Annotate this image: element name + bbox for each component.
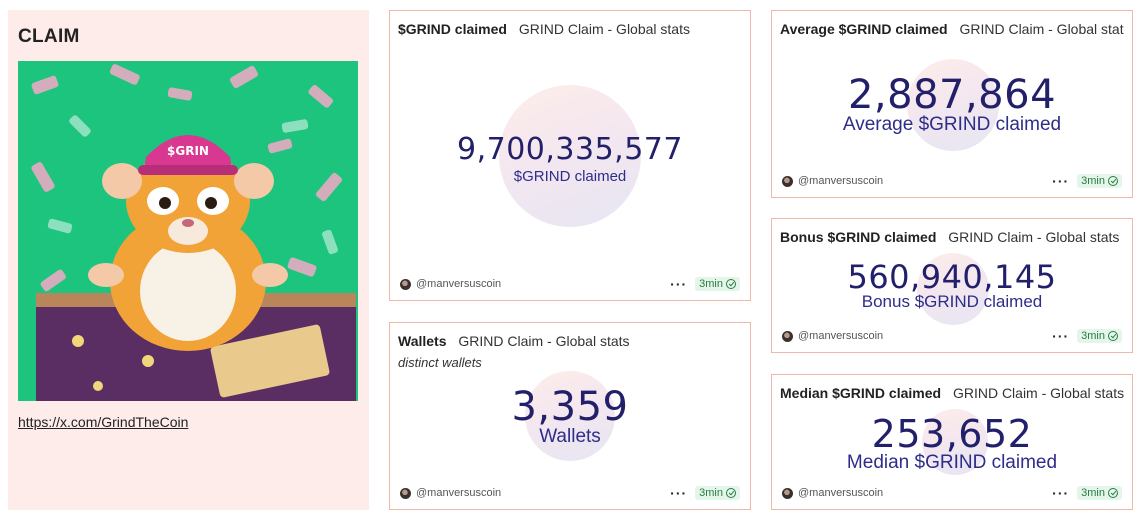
more-options-icon[interactable]: ··· bbox=[1052, 486, 1069, 500]
avatar[interactable] bbox=[400, 278, 411, 290]
refresh-age-badge[interactable]: 3min bbox=[695, 277, 740, 291]
avatar[interactable] bbox=[400, 487, 411, 499]
hamster-illustration: $GRIN bbox=[18, 61, 358, 401]
avatar[interactable] bbox=[782, 330, 793, 342]
counter-label: $GRIND claimed bbox=[513, 168, 627, 185]
check-circle-icon bbox=[1108, 331, 1118, 341]
age-text: 3min bbox=[699, 278, 723, 290]
card-header: Wallets GRIND Claim - Global stats bbox=[398, 333, 742, 349]
counter-widget: 2,887,864 Average $GRIND claimed bbox=[772, 59, 1132, 155]
counter-widget: 253,652 Median $GRIND claimed bbox=[772, 409, 1132, 481]
counter-label: Median $GRIND claimed bbox=[846, 452, 1058, 473]
grind-claimed-card: $GRIND claimed GRIND Claim - Global stat… bbox=[389, 10, 751, 301]
avatar[interactable] bbox=[782, 487, 793, 499]
counter-value: 9,700,335,577 bbox=[457, 132, 683, 167]
counter-label: Average $GRIND claimed bbox=[842, 114, 1062, 135]
counter-value: 253,652 bbox=[871, 412, 1033, 456]
svg-text:$GRIN: $GRIN bbox=[167, 144, 209, 158]
card-description: distinct wallets bbox=[398, 355, 482, 370]
author-handle[interactable]: @manversuscoin bbox=[798, 330, 883, 342]
more-options-icon[interactable]: ··· bbox=[670, 277, 687, 291]
card-footer: @manversuscoin ··· 3min bbox=[400, 485, 740, 501]
counter-widget: 3,359 Wallets bbox=[390, 371, 750, 467]
card-title[interactable]: Wallets bbox=[398, 333, 447, 349]
more-options-icon[interactable]: ··· bbox=[1052, 174, 1069, 188]
card-title[interactable]: Bonus $GRIND claimed bbox=[780, 229, 936, 245]
card-title[interactable]: Median $GRIND claimed bbox=[780, 385, 941, 401]
card-subtitle[interactable]: GRIND Claim - Global stats bbox=[948, 229, 1119, 245]
age-text: 3min bbox=[1081, 175, 1105, 187]
counter-label: Wallets bbox=[539, 426, 601, 447]
grind-x-link[interactable]: https://x.com/GrindTheCoin bbox=[18, 414, 188, 430]
card-subtitle[interactable]: GRIND Claim - Global stats bbox=[959, 21, 1124, 37]
check-circle-icon bbox=[726, 488, 736, 498]
card-footer: @manversuscoin ··· 3min bbox=[400, 276, 740, 292]
age-text: 3min bbox=[699, 487, 723, 499]
counter-value: 560,940,145 bbox=[847, 258, 1057, 296]
median-grind-claimed-card: Median $GRIND claimed GRIND Claim - Glob… bbox=[771, 374, 1133, 510]
card-subtitle[interactable]: GRIND Claim - Global stats bbox=[458, 333, 629, 349]
counter-widget: 9,700,335,577 $GRIND claimed bbox=[390, 85, 750, 235]
card-subtitle[interactable]: GRIND Claim - Global stats bbox=[953, 385, 1124, 401]
wallets-card: Wallets GRIND Claim - Global stats disti… bbox=[389, 322, 751, 510]
check-circle-icon bbox=[1108, 488, 1118, 498]
counter-label: Bonus $GRIND claimed bbox=[861, 292, 1043, 311]
card-subtitle[interactable]: GRIND Claim - Global stats bbox=[519, 21, 690, 37]
bonus-grind-claimed-card: Bonus $GRIND claimed GRIND Claim - Globa… bbox=[771, 218, 1133, 353]
more-options-icon[interactable]: ··· bbox=[1052, 329, 1069, 343]
author-handle[interactable]: @manversuscoin bbox=[798, 487, 883, 499]
author-handle[interactable]: @manversuscoin bbox=[416, 278, 501, 290]
claim-panel: CLAIM $GRIN https://x.com/GrindTheCoin bbox=[8, 10, 369, 510]
refresh-age-badge[interactable]: 3min bbox=[1077, 329, 1122, 343]
author-handle[interactable]: @manversuscoin bbox=[416, 487, 501, 499]
card-title[interactable]: Average $GRIND claimed bbox=[780, 21, 948, 37]
avatar[interactable] bbox=[782, 175, 793, 187]
card-title[interactable]: $GRIND claimed bbox=[398, 21, 507, 37]
check-circle-icon bbox=[1108, 176, 1118, 186]
average-grind-claimed-card: Average $GRIND claimed GRIND Claim - Glo… bbox=[771, 10, 1133, 198]
more-options-icon[interactable]: ··· bbox=[670, 486, 687, 500]
card-header: Average $GRIND claimed GRIND Claim - Glo… bbox=[780, 21, 1124, 37]
card-footer: @manversuscoin ··· 3min bbox=[782, 328, 1122, 344]
hamster-gif-image: $GRIN bbox=[18, 61, 358, 401]
card-header: Bonus $GRIND claimed GRIND Claim - Globa… bbox=[780, 229, 1124, 245]
check-circle-icon bbox=[726, 279, 736, 289]
age-text: 3min bbox=[1081, 330, 1105, 342]
author-handle[interactable]: @manversuscoin bbox=[798, 175, 883, 187]
refresh-age-badge[interactable]: 3min bbox=[1077, 486, 1122, 500]
claim-title: CLAIM bbox=[18, 26, 80, 47]
counter-widget: 560,940,145 Bonus $GRIND claimed bbox=[772, 253, 1132, 325]
card-footer: @manversuscoin ··· 3min bbox=[782, 173, 1122, 189]
card-header: $GRIND claimed GRIND Claim - Global stat… bbox=[398, 21, 742, 37]
counter-value: 2,887,864 bbox=[847, 72, 1057, 118]
age-text: 3min bbox=[1081, 487, 1105, 499]
card-footer: @manversuscoin ··· 3min bbox=[782, 485, 1122, 501]
counter-value: 3,359 bbox=[511, 384, 629, 430]
refresh-age-badge[interactable]: 3min bbox=[695, 486, 740, 500]
card-header: Median $GRIND claimed GRIND Claim - Glob… bbox=[780, 385, 1124, 401]
refresh-age-badge[interactable]: 3min bbox=[1077, 174, 1122, 188]
